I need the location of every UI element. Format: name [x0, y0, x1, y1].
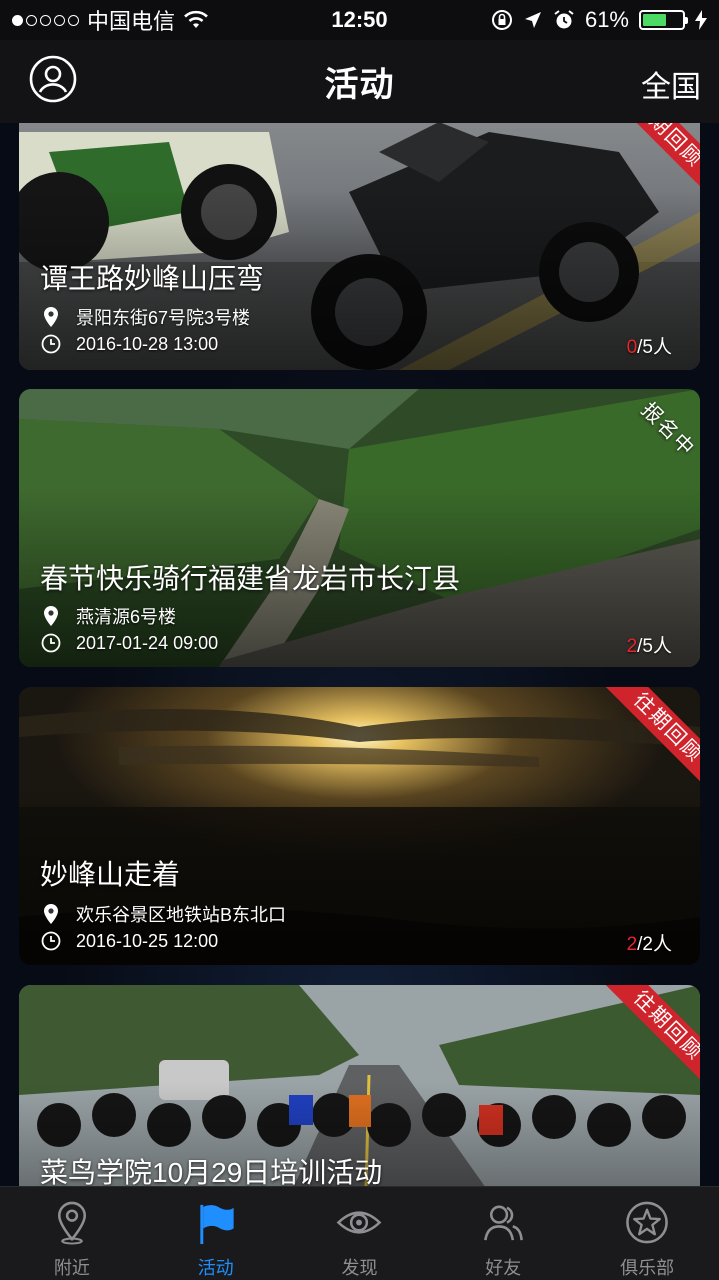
- activity-time: 2017-01-24 09:00: [40, 632, 218, 654]
- signal-strength-icon: [12, 14, 79, 26]
- datetime-text: 2017-01-24 09:00: [76, 632, 219, 653]
- location-pin-icon: [57, 1201, 86, 1245]
- battery-icon: [639, 10, 688, 30]
- address-text: 景阳东街67号院3号楼: [76, 308, 251, 328]
- activity-address: 景阳东街67号院3号楼: [40, 304, 250, 330]
- clock-icon: [40, 333, 62, 355]
- activity-address: 欢乐谷景区地铁站B东北口: [40, 901, 286, 927]
- status-ribbon: 报名中: [636, 398, 700, 462]
- page-title: 活动: [324, 66, 395, 104]
- participant-count: 2/2人: [627, 929, 672, 956]
- alarm-clock-icon: [554, 10, 574, 29]
- status-ribbon: 往期回顾: [590, 985, 700, 1095]
- carrier-label: 中国电信: [87, 9, 176, 34]
- battery-percent: 61%: [584, 7, 629, 32]
- activity-title: 谭王路妙峰山压弯: [40, 263, 265, 294]
- participant-count: 2/5人: [627, 631, 672, 658]
- nav-bar: 活动 全国: [0, 40, 719, 123]
- tab-label: 俱乐部: [620, 1258, 675, 1278]
- activity-time: 2016-10-28 13:00: [40, 333, 218, 355]
- rotation-lock-icon: [491, 10, 512, 30]
- address-text: 欢乐谷景区地铁站B东北口: [76, 905, 287, 925]
- activity-title: 春节快乐骑行福建省龙岩市长汀县: [40, 563, 461, 594]
- tab-label: 活动: [197, 1258, 234, 1278]
- tab-activities[interactable]: 活动: [144, 1187, 288, 1280]
- eye-icon: [337, 1211, 382, 1234]
- capacity-text: /2人: [637, 934, 672, 955]
- charging-bolt-icon: [695, 10, 707, 30]
- activity-card[interactable]: 报名中 春节快乐骑行福建省龙岩市长汀县 燕清源6号楼 2017-01-24 09…: [19, 389, 700, 667]
- status-ribbon: 往期回顾: [590, 123, 700, 202]
- datetime-text: 2016-10-28 13:00: [76, 333, 219, 354]
- tab-bar: 附近 活动 发现 好友 俱乐部: [0, 1186, 719, 1280]
- tab-club[interactable]: 俱乐部: [575, 1187, 719, 1280]
- star-badge-icon: [626, 1201, 668, 1244]
- tab-label: 附近: [53, 1258, 90, 1278]
- friends-icon: [484, 1205, 524, 1241]
- wifi-icon: [184, 10, 208, 28]
- location-pin-icon: [40, 903, 62, 925]
- activity-card[interactable]: 往期回顾 菜鸟学院10月29日培训活动: [19, 985, 700, 1186]
- tab-friends[interactable]: 好友: [431, 1187, 575, 1280]
- location-pin-icon: [40, 306, 62, 328]
- activity-title: 菜鸟学院10月29日培训活动: [40, 1157, 383, 1186]
- capacity-text: /5人: [637, 337, 672, 358]
- location-pin-icon: [40, 605, 62, 627]
- tab-label: 发现: [341, 1258, 378, 1278]
- activity-card[interactable]: 往期回顾 谭王路妙峰山压弯 景阳东街67号院3号楼 2016-10-28 13:…: [19, 123, 700, 370]
- profile-icon[interactable]: [28, 54, 78, 104]
- tab-label: 好友: [485, 1258, 522, 1278]
- activity-card[interactable]: 往期回顾 妙峰山走着 欢乐谷景区地铁站B东北口 2016-10-25 12:00…: [19, 687, 700, 965]
- joined-count: 2: [626, 636, 638, 657]
- participant-count: 0/5人: [627, 332, 672, 359]
- clock-icon: [40, 632, 62, 654]
- tab-discover[interactable]: 发现: [288, 1187, 432, 1280]
- activity-list: 往期回顾 谭王路妙峰山压弯 景阳东街67号院3号楼 2016-10-28 13:…: [0, 123, 719, 1186]
- flag-icon: [200, 1204, 234, 1245]
- status-bar: 中国电信 12:50 61%: [0, 0, 719, 40]
- tab-nearby[interactable]: 附近: [0, 1187, 144, 1280]
- location-arrow-icon: [524, 12, 541, 28]
- clock-icon: [40, 930, 62, 952]
- status-ribbon: 往期回顾: [590, 687, 700, 797]
- activity-title: 妙峰山走着: [40, 859, 181, 890]
- activity-time: 2016-10-25 12:00: [40, 930, 218, 952]
- region-selector[interactable]: 全国: [641, 62, 701, 106]
- datetime-text: 2016-10-25 12:00: [76, 930, 219, 951]
- capacity-text: /5人: [637, 636, 672, 657]
- address-text: 燕清源6号楼: [76, 607, 177, 627]
- joined-count: 2: [626, 934, 638, 955]
- activity-address: 燕清源6号楼: [40, 603, 176, 629]
- joined-count: 0: [626, 337, 638, 358]
